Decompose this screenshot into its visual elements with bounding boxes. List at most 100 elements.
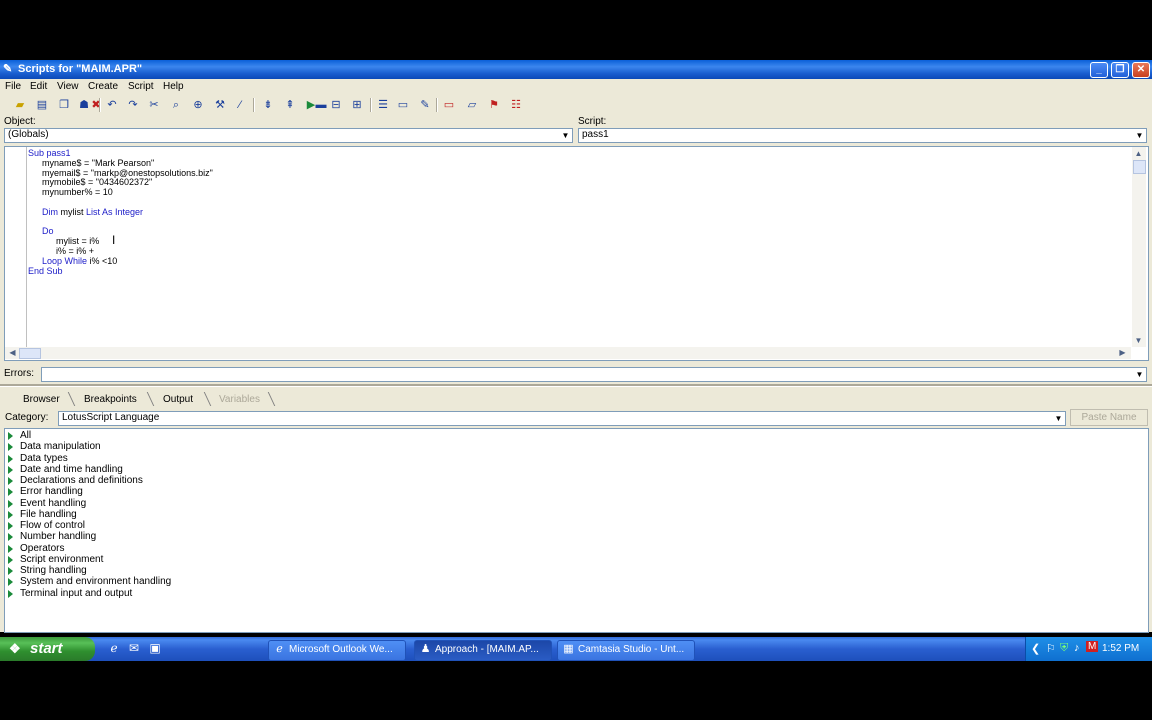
ie-icon[interactable]: ℯ bbox=[107, 641, 121, 655]
code-area[interactable]: Sub pass1 myname$ = "Mark Pearson" myemail… bbox=[28, 148, 1128, 348]
redo-icon[interactable]: ↷ bbox=[125, 97, 141, 113]
list-icon[interactable]: ☰ bbox=[375, 97, 391, 113]
scroll-down-icon[interactable]: ▼ bbox=[1133, 335, 1144, 346]
find-icon[interactable]: ⌕ bbox=[168, 97, 184, 113]
tray-volume-icon[interactable]: ♪ bbox=[1074, 642, 1080, 654]
expand-triangle-icon[interactable] bbox=[8, 589, 13, 598]
category-item[interactable]: Data manipulation bbox=[20, 441, 101, 452]
minimize-button[interactable]: _ bbox=[1090, 62, 1108, 78]
scroll-right-icon[interactable]: ▶ bbox=[1117, 347, 1128, 358]
expand-triangle-icon[interactable] bbox=[8, 454, 13, 463]
category-item[interactable]: All bbox=[20, 430, 31, 441]
category-item[interactable]: Error handling bbox=[20, 486, 83, 497]
stop-icon[interactable]: ▬ bbox=[313, 97, 329, 113]
expand-triangle-icon[interactable] bbox=[8, 477, 13, 485]
category-item[interactable]: Data types bbox=[20, 453, 68, 464]
menu-create[interactable]: Create bbox=[88, 81, 118, 92]
category-item[interactable]: Flow of control bbox=[20, 520, 85, 531]
scroll-left-icon[interactable]: ◀ bbox=[7, 347, 18, 358]
code-line[interactable]: mymobile$ = "0434602372" bbox=[42, 177, 152, 187]
desktop-icon[interactable]: ▣ bbox=[148, 641, 162, 655]
new-icon[interactable]: ▤ bbox=[34, 97, 50, 113]
tab-variables[interactable]: Variables bbox=[219, 394, 260, 405]
code-line[interactable]: End Sub bbox=[28, 266, 63, 276]
category-item[interactable]: Operators bbox=[20, 543, 64, 554]
replace-icon[interactable]: ⊕ bbox=[190, 97, 206, 113]
menu-view[interactable]: View bbox=[57, 81, 79, 92]
scroll-thumb[interactable] bbox=[1133, 160, 1146, 174]
expand-triangle-icon[interactable] bbox=[8, 578, 13, 587]
copy-icon[interactable]: ❐ bbox=[56, 97, 72, 113]
step-over-icon[interactable]: ⇞ bbox=[282, 97, 298, 113]
expand-triangle-icon[interactable] bbox=[8, 567, 13, 575]
code-line[interactable]: Do bbox=[42, 226, 54, 236]
field-icon[interactable]: ▱ bbox=[464, 97, 480, 113]
taskbar-outlook[interactable]: ℯ Microsoft Outlook We... bbox=[268, 640, 406, 661]
outlook-quicklaunch-icon[interactable]: ✉ bbox=[127, 641, 141, 655]
errors-dropdown[interactable]: ▼ bbox=[41, 367, 1147, 382]
category-item[interactable]: String handling bbox=[20, 565, 87, 576]
expand-triangle-icon[interactable] bbox=[8, 432, 13, 440]
menu-file[interactable]: File bbox=[5, 81, 21, 92]
open-icon[interactable]: ▰ bbox=[12, 97, 28, 113]
scroll-up-icon[interactable]: ▲ bbox=[1133, 148, 1144, 159]
menu-script[interactable]: Script bbox=[128, 81, 154, 92]
expand-triangle-icon[interactable] bbox=[8, 510, 13, 519]
taskbar-approach[interactable]: ♟ Approach - [MAIM.AP... bbox=[414, 640, 552, 661]
expand-triangle-icon[interactable] bbox=[8, 488, 13, 497]
category-item[interactable]: Declarations and definitions bbox=[20, 475, 143, 486]
cut-icon[interactable]: ✂ bbox=[146, 97, 162, 113]
tray-network-icon[interactable]: ⚐ bbox=[1046, 642, 1056, 655]
expand-triangle-icon[interactable] bbox=[8, 544, 13, 553]
category-item[interactable]: Script environment bbox=[20, 554, 103, 565]
maximize-button[interactable]: ❐ bbox=[1111, 62, 1129, 78]
delete-icon[interactable]: ✖ bbox=[88, 97, 104, 113]
editor-horizontal-scrollbar[interactable]: ◀ ▶ bbox=[5, 347, 1131, 359]
window-icon[interactable]: ▭ bbox=[395, 97, 411, 113]
taskbar-camtasia[interactable]: ▦ Camtasia Studio - Unt... bbox=[557, 640, 695, 661]
category-item[interactable]: Event handling bbox=[20, 498, 86, 509]
category-item[interactable]: Date and time handling bbox=[20, 464, 123, 475]
category-item[interactable]: Number handling bbox=[20, 531, 96, 542]
expand-triangle-icon[interactable] bbox=[8, 443, 13, 452]
tray-m-icon[interactable]: M bbox=[1086, 641, 1099, 652]
code-line[interactable]: myname$ = "Mark Pearson" bbox=[42, 158, 154, 168]
undo-icon[interactable]: ↶ bbox=[104, 97, 120, 113]
expand-triangle-icon[interactable] bbox=[8, 465, 13, 474]
code-line[interactable]: mynumber% = 10 bbox=[42, 187, 113, 197]
category-item[interactable]: System and environment handling bbox=[20, 576, 171, 587]
expand-triangle-icon[interactable] bbox=[8, 499, 13, 508]
start-button[interactable]: ❖ start bbox=[0, 637, 95, 661]
paste-name-button[interactable]: Paste Name bbox=[1070, 409, 1148, 426]
menu-edit[interactable]: Edit bbox=[30, 81, 47, 92]
breakpoint-icon[interactable]: ⊟ bbox=[328, 97, 344, 113]
expand-triangle-icon[interactable] bbox=[8, 533, 13, 542]
category-dropdown[interactable]: LotusScript Language ▼ bbox=[58, 411, 1066, 426]
menu-help[interactable]: Help bbox=[163, 81, 184, 92]
code-line[interactable]: myemail$ = "markp@onestopsolutions.biz" bbox=[42, 168, 213, 178]
editor-vertical-scrollbar[interactable]: ▲ ▼ bbox=[1132, 147, 1146, 347]
tools-icon[interactable]: ⚒ bbox=[212, 97, 228, 113]
expand-triangle-icon[interactable] bbox=[8, 522, 13, 530]
close-button[interactable]: ✕ bbox=[1132, 62, 1150, 78]
script-dropdown[interactable]: pass1 ▼ bbox=[578, 128, 1147, 143]
expand-triangle-icon[interactable] bbox=[8, 555, 13, 564]
chevron-down-icon[interactable]: ▼ bbox=[1053, 413, 1064, 424]
splitter[interactable] bbox=[0, 384, 1152, 387]
chevron-down-icon[interactable]: ▼ bbox=[1134, 369, 1145, 380]
tab-browser[interactable]: Browser bbox=[23, 394, 60, 405]
code-line[interactable]: Loop While i% <10 bbox=[42, 256, 117, 266]
macro-icon[interactable]: ⚑ bbox=[486, 97, 502, 113]
tab-output[interactable]: Output bbox=[163, 394, 193, 405]
code-line[interactable]: Sub pass1 bbox=[28, 148, 71, 158]
scroll-thumb-h[interactable] bbox=[19, 348, 41, 359]
chevron-down-icon[interactable]: ▼ bbox=[560, 130, 571, 141]
tray-shield-icon[interactable]: ⛨ bbox=[1060, 642, 1068, 655]
code-line[interactable]: Dim mylist List As Integer bbox=[42, 207, 143, 217]
tray-arrow-icon[interactable]: ❮ bbox=[1031, 642, 1040, 655]
code-line[interactable]: i% = i% + bbox=[56, 246, 94, 256]
category-item[interactable]: File handling bbox=[20, 509, 77, 520]
category-item[interactable]: Terminal input and output bbox=[20, 588, 132, 599]
wand-icon[interactable]: ⁄ bbox=[232, 97, 248, 113]
watch-icon[interactable]: ⊞ bbox=[349, 97, 365, 113]
